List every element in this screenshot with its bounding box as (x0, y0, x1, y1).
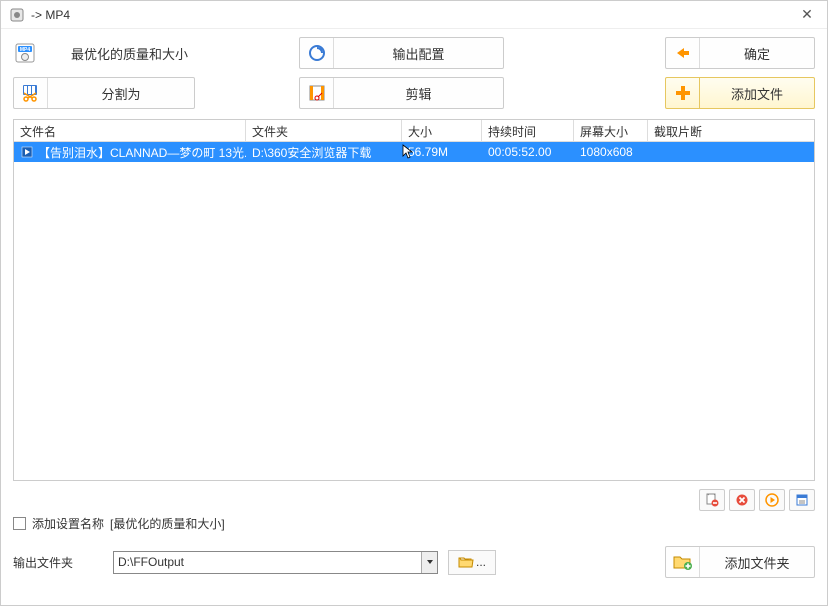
folder-open-icon (458, 555, 474, 569)
toolbar: MP4 最优化的质量和大小 输出配置 确定 分割为 (1, 29, 827, 113)
cell-name: 【告别泪水】CLANNAD—梦の町 13光... (38, 144, 246, 161)
output-folder-label: 输出文件夹 (13, 554, 103, 571)
ok-button[interactable]: 确定 (665, 37, 815, 69)
close-button[interactable]: ✕ (795, 3, 819, 27)
scissors-icon (14, 78, 48, 108)
edit-button[interactable]: 剪辑 (299, 77, 504, 109)
file-table: 文件名 文件夹 大小 持续时间 屏幕大小 截取片断 【告别泪水】CLANNAD—… (13, 119, 815, 481)
mp4-icon: MP4 (13, 41, 37, 65)
remove-item-button[interactable] (699, 489, 725, 511)
arrow-right-icon (666, 38, 700, 68)
browse-folder-button[interactable]: ... (448, 550, 496, 575)
clear-list-button[interactable] (729, 489, 755, 511)
table-row[interactable]: 【告别泪水】CLANNAD—梦の町 13光... D:\360安全浏览器下载 5… (14, 142, 814, 162)
plus-icon (666, 78, 700, 108)
output-row: 输出文件夹 D:\FFOutput ... 添加文件夹 (1, 546, 827, 578)
play-button[interactable] (759, 489, 785, 511)
chevron-down-icon (421, 552, 437, 573)
output-config-button[interactable]: 输出配置 (299, 37, 504, 69)
th-clip[interactable]: 截取片断 (648, 120, 814, 141)
table-body: 【告别泪水】CLANNAD—梦の町 13光... D:\360安全浏览器下载 5… (14, 142, 814, 480)
th-duration[interactable]: 持续时间 (482, 120, 574, 141)
info-button[interactable] (789, 489, 815, 511)
app-icon (9, 7, 25, 23)
th-folder[interactable]: 文件夹 (246, 120, 402, 141)
folder-plus-icon (666, 547, 700, 577)
quality-label: 最优化的质量和大小 (45, 44, 188, 63)
add-settings-name-value: [最优化的质量和大小] (110, 515, 225, 532)
add-folder-button[interactable]: 添加文件夹 (665, 546, 815, 578)
table-header: 文件名 文件夹 大小 持续时间 屏幕大小 截取片断 (14, 120, 814, 142)
cell-duration: 00:05:52.00 (482, 143, 574, 161)
actions-row (1, 489, 827, 511)
cell-screen: 1080x608 (574, 143, 648, 161)
cell-clip (648, 150, 788, 154)
settings-row: 添加设置名称 [最优化的质量和大小] (1, 515, 827, 532)
svg-text:MP4: MP4 (20, 47, 31, 53)
browse-label: ... (476, 555, 486, 569)
add-settings-name-label: 添加设置名称 (32, 515, 104, 532)
cell-size: 56.79M (402, 143, 482, 161)
th-screen[interactable]: 屏幕大小 (574, 120, 648, 141)
titlebar: -> MP4 ✕ (1, 1, 827, 29)
add-file-button[interactable]: 添加文件 (665, 77, 815, 109)
output-folder-path: D:\FFOutput (118, 555, 421, 569)
output-folder-combo[interactable]: D:\FFOutput (113, 551, 438, 574)
th-size[interactable]: 大小 (402, 120, 482, 141)
window-title: -> MP4 (31, 8, 795, 22)
th-name[interactable]: 文件名 (14, 120, 246, 141)
cell-folder: D:\360安全浏览器下载 (246, 142, 402, 163)
gear-icon (300, 38, 334, 68)
split-button[interactable]: 分割为 (13, 77, 195, 109)
video-file-icon (20, 145, 34, 159)
add-settings-name-checkbox[interactable] (13, 517, 26, 530)
film-edit-icon (300, 78, 334, 108)
